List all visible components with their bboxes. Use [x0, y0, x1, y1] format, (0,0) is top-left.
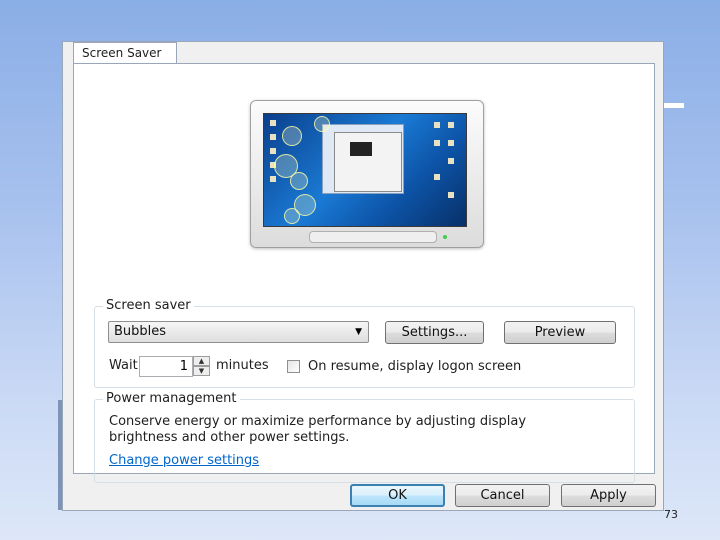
- power-led: [443, 235, 447, 239]
- desktop-icon: [270, 134, 276, 140]
- power-management-group: Power management Conserve energy or maxi…: [94, 391, 635, 483]
- preview-window: [334, 132, 402, 192]
- wait-label: Wait:: [109, 358, 143, 373]
- bubble: [290, 172, 308, 190]
- spin-up-icon[interactable]: ▲: [193, 356, 210, 366]
- screen-saver-select[interactable]: Bubbles ▼: [108, 321, 369, 343]
- monitor-bezel-bar: [309, 231, 437, 243]
- tab-content: Screen saver Bubbles ▼ Settings... Previ…: [73, 63, 655, 483]
- preview-screen: [263, 113, 467, 227]
- desktop-icon: [448, 158, 454, 164]
- cancel-button[interactable]: Cancel: [455, 484, 550, 507]
- change-power-settings-link[interactable]: Change power settings: [109, 453, 259, 468]
- desktop-icon: [270, 176, 276, 182]
- settings-button[interactable]: Settings...: [385, 321, 484, 344]
- desktop-icon: [434, 174, 440, 180]
- wait-spinner[interactable]: ▲ ▼: [193, 356, 210, 377]
- chevron-down-icon: ▼: [355, 327, 362, 337]
- minutes-label: minutes: [216, 358, 269, 373]
- ok-button[interactable]: OK: [350, 484, 445, 507]
- group-title: Screen saver: [103, 298, 194, 313]
- tab-screen-saver[interactable]: Screen Saver: [73, 42, 177, 64]
- bubble: [314, 116, 330, 132]
- power-description: Conserve energy or maximize performance …: [109, 414, 527, 429]
- wait-minutes-input[interactable]: 1: [139, 356, 193, 377]
- select-value: Bubbles: [114, 324, 167, 339]
- desktop-icon: [448, 122, 454, 128]
- spin-down-icon[interactable]: ▼: [193, 366, 210, 376]
- logon-screen-label[interactable]: On resume, display logon screen: [308, 359, 521, 374]
- group-title: Power management: [103, 391, 240, 406]
- bubble: [282, 126, 302, 146]
- desktop-icon: [434, 122, 440, 128]
- preview-button[interactable]: Preview: [504, 321, 616, 344]
- desktop-icon: [270, 148, 276, 154]
- power-description: brightness and other power settings.: [109, 430, 350, 445]
- desktop-icon: [448, 192, 454, 198]
- screen-saver-dialog: Screen Saver Screen saver Bubbles ▼ Sett…: [62, 41, 664, 511]
- screen-saver-group: Screen saver Bubbles ▼ Settings... Previ…: [94, 298, 635, 388]
- monitor-preview-icon: [250, 100, 484, 248]
- apply-button[interactable]: Apply: [561, 484, 656, 507]
- preview-image: [350, 142, 372, 156]
- bubble: [284, 208, 300, 224]
- slide-page-number: 73: [664, 508, 678, 521]
- logon-screen-checkbox[interactable]: [287, 360, 300, 373]
- desktop-icon: [270, 120, 276, 126]
- desktop-icon: [448, 140, 454, 146]
- desktop-icon: [434, 140, 440, 146]
